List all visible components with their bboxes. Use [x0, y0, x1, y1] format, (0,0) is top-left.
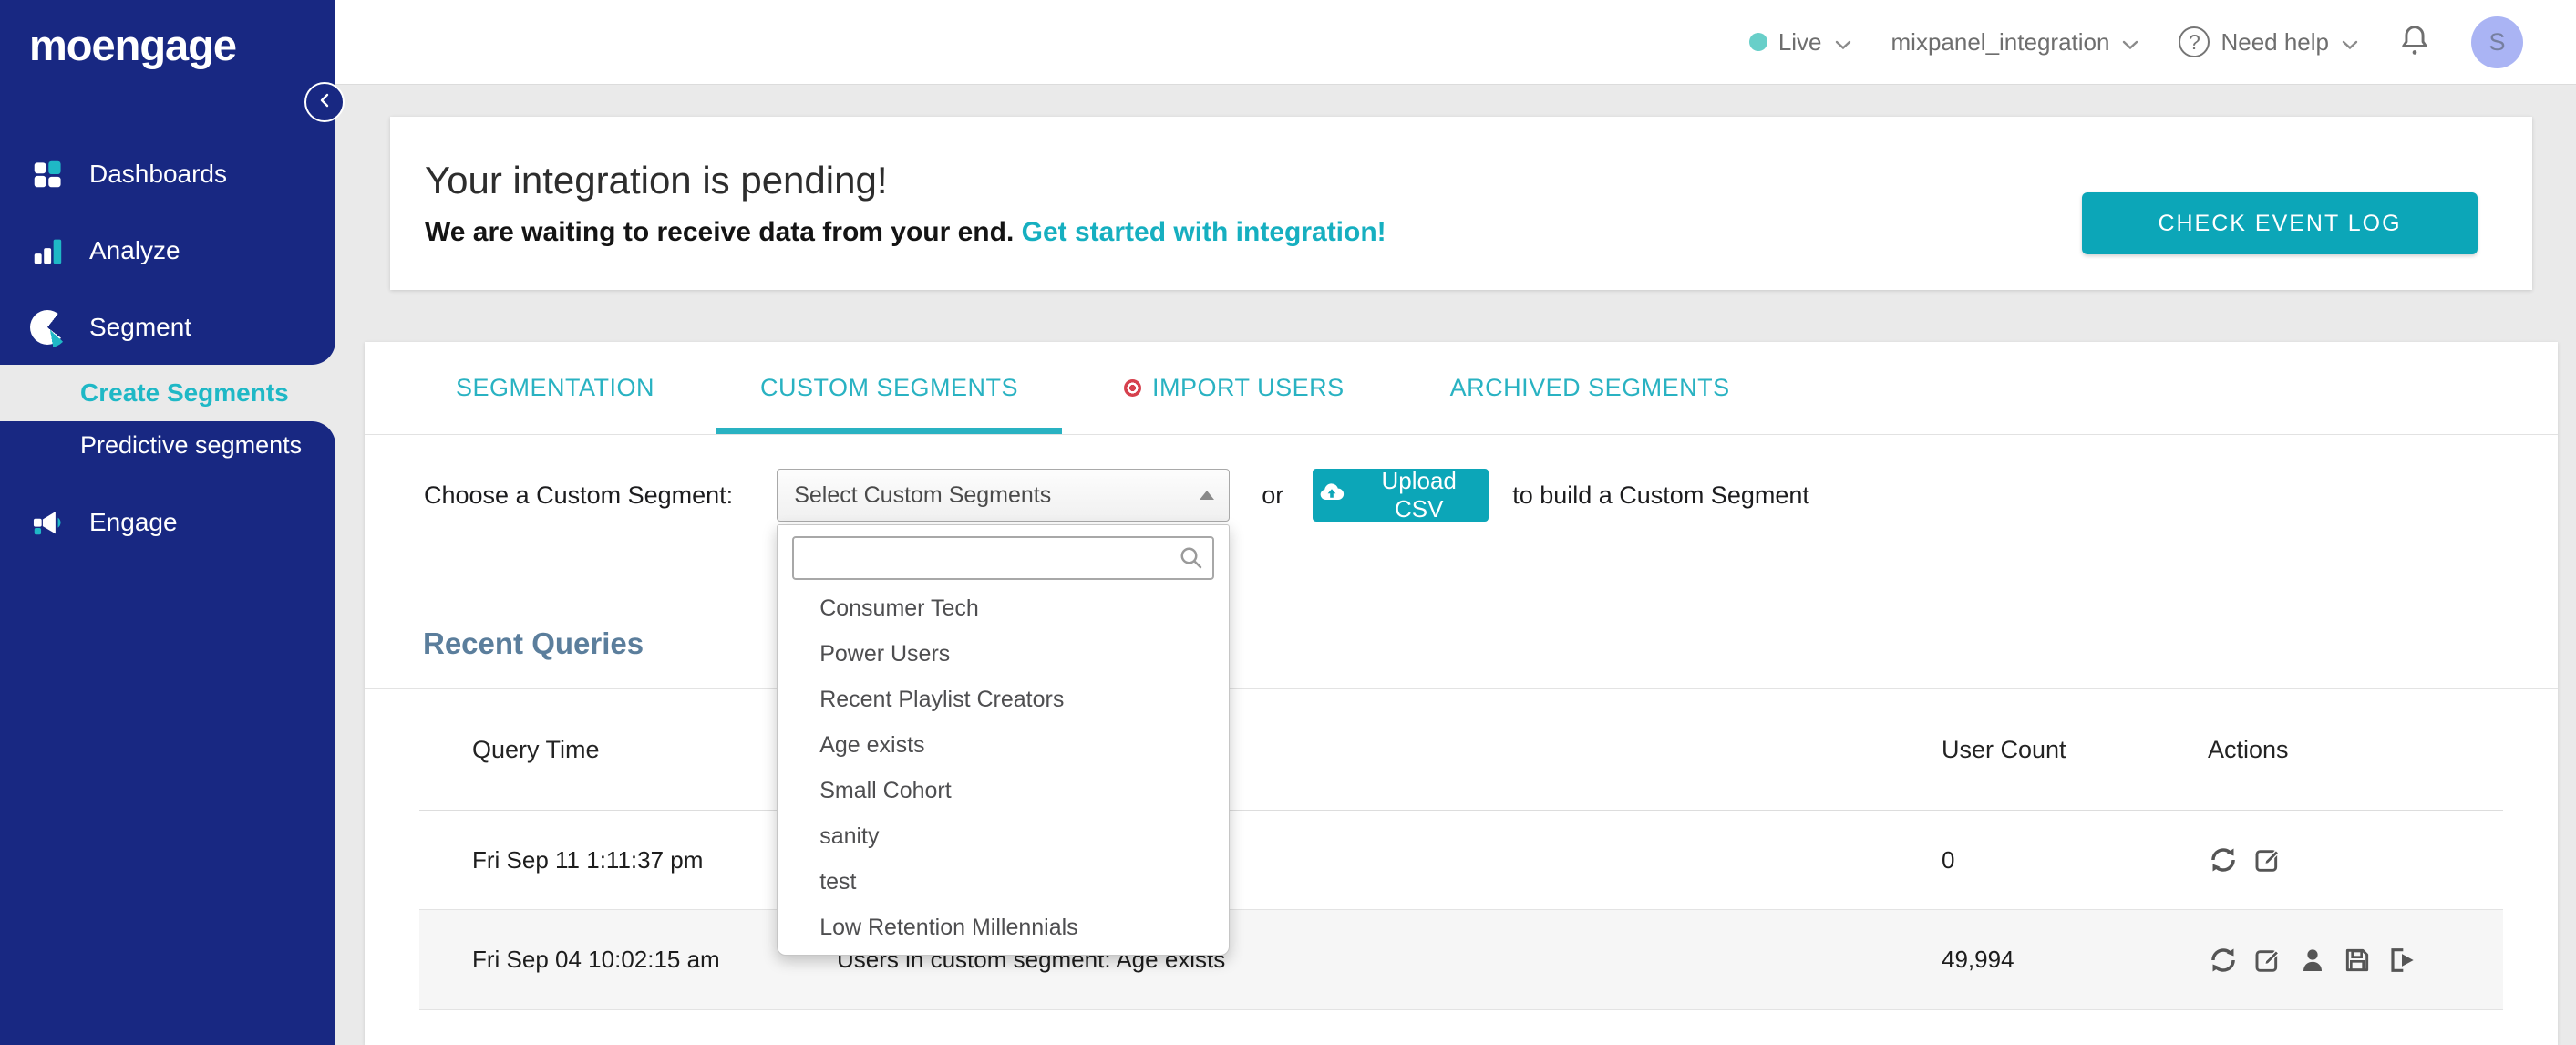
- sidebar: moengage Dashboards Analyze Segment Crea…: [0, 0, 345, 1045]
- user-count-cell: 49,994: [1942, 946, 2014, 973]
- sidebar-collapse-button[interactable]: [304, 82, 345, 122]
- get-started-link[interactable]: Get started with integration!: [1022, 217, 1386, 247]
- dropdown-option[interactable]: test: [778, 859, 1229, 905]
- segments-tabs: SEGMENTATION CUSTOM SEGMENTS IMPORT USER…: [365, 342, 2558, 435]
- need-help-menu[interactable]: ? Need help: [2179, 26, 2358, 57]
- user-count-cell: 0: [1942, 845, 1955, 874]
- upload-csv-button[interactable]: Upload CSV: [1313, 467, 1489, 522]
- tab-label: CUSTOM SEGMENTS: [760, 374, 1019, 401]
- dropdown-option[interactable]: Power Users: [778, 631, 1229, 677]
- triangle-up-icon: [1200, 491, 1215, 500]
- chevron-down-icon: [2342, 28, 2358, 57]
- bell-icon: [2398, 23, 2431, 62]
- segments-card: SEGMENTATION CUSTOM SEGMENTS IMPORT USER…: [365, 342, 2558, 1045]
- sidebar-top-block: moengage Dashboards Analyze Segment: [0, 0, 335, 365]
- user-icon[interactable]: [2297, 945, 2328, 976]
- sidebar-item-label: Dashboards: [89, 160, 227, 188]
- sidebar-item-create-segments[interactable]: Create Segments: [35, 365, 335, 421]
- tab-segmentation[interactable]: SEGMENTATION: [412, 342, 698, 434]
- sidebar-item-label: Engage: [89, 508, 178, 536]
- environment-label: Live: [1777, 27, 1822, 56]
- actions-cell: [2208, 945, 2503, 976]
- save-icon[interactable]: [2342, 945, 2373, 976]
- avatar-initial: S: [2488, 27, 2506, 56]
- dropdown-option[interactable]: Age exists: [778, 722, 1229, 768]
- tab-label: SEGMENTATION: [456, 374, 655, 401]
- integration-pending-banner: Your integration is pending! We are wait…: [390, 117, 2532, 290]
- column-header-user-count: User Count: [1942, 735, 2066, 763]
- refresh-icon[interactable]: [2208, 844, 2239, 875]
- engage-megaphone-icon: [29, 504, 66, 541]
- project-name: mixpanel_integration: [1891, 27, 2110, 56]
- import-users-dot-icon: [1124, 379, 1142, 397]
- dropdown-search: [792, 536, 1215, 580]
- select-value: Select Custom Segments: [794, 481, 1052, 508]
- actions-cell: [2208, 844, 2503, 875]
- sidebar-item-label: Analyze: [89, 236, 180, 264]
- table-row: Fri Sep 04 10:02:15 am Users in custom s…: [419, 910, 2503, 1010]
- sidebar-item-engage[interactable]: Engage: [0, 494, 335, 551]
- need-help-label: Need help: [2221, 27, 2329, 56]
- edit-icon[interactable]: [2252, 844, 2283, 875]
- chevron-down-icon: [1835, 28, 1851, 57]
- sidebar-item-label: Segment: [89, 313, 192, 341]
- user-avatar[interactable]: S: [2471, 16, 2523, 68]
- edit-icon[interactable]: [2252, 945, 2283, 976]
- project-selector[interactable]: mixpanel_integration: [1891, 28, 2139, 57]
- check-event-log-button[interactable]: CHECK EVENT LOG: [2082, 192, 2478, 254]
- dropdown-search-input[interactable]: [792, 536, 1215, 580]
- table-row: Fri Sep 11 1:11:37 pm 0: [419, 811, 2503, 910]
- picker-suffix-text: to build a Custom Segment: [1512, 481, 1809, 509]
- sidebar-bottom-block: Predictive segments Engage: [0, 421, 335, 1045]
- dropdown-option[interactable]: Low Retention Millennials: [778, 905, 1229, 950]
- picker-label: Choose a Custom Segment:: [424, 481, 734, 509]
- custom-segment-select[interactable]: Select Custom Segments: [777, 469, 1231, 522]
- cloud-upload-icon: [1318, 481, 1345, 510]
- table-header-row: Query Time User Count Actions: [419, 689, 2503, 811]
- notifications-button[interactable]: [2398, 23, 2431, 62]
- upload-csv-label: Upload CSV: [1381, 467, 1457, 522]
- tab-label: ARCHIVED SEGMENTS: [1449, 374, 1730, 401]
- sidebar-item-predictive-segments[interactable]: Predictive segments: [0, 421, 335, 469]
- query-time-cell: Fri Sep 04 10:02:15 am: [472, 946, 720, 973]
- chevron-left-icon: [318, 92, 331, 113]
- dropdown-option[interactable]: Recent Playlist Creators: [778, 677, 1229, 722]
- live-status-dot-icon: [1748, 33, 1767, 51]
- environment-selector[interactable]: Live: [1748, 27, 1851, 57]
- custom-segment-select-wrap: Select Custom Segments Consumer Tech Pow…: [777, 469, 1231, 956]
- sidebar-item-analyze[interactable]: Analyze: [0, 222, 335, 279]
- segment-pie-icon: [29, 309, 67, 347]
- search-icon: [1178, 544, 1205, 578]
- top-header: Live mixpanel_integration ? Need help S: [335, 0, 2576, 85]
- column-header-actions: Actions: [2208, 735, 2289, 763]
- sidebar-item-dashboards[interactable]: Dashboards: [0, 146, 335, 202]
- tab-label: IMPORT USERS: [1152, 374, 1345, 401]
- question-mark-icon: ?: [2179, 26, 2210, 57]
- sidebar-subitem-label: Predictive segments: [80, 430, 303, 459]
- sidebar-item-segment[interactable]: Segment: [0, 299, 335, 356]
- tab-custom-segments[interactable]: CUSTOM SEGMENTS: [716, 342, 1063, 434]
- dashboards-grid-icon: [29, 156, 66, 192]
- recent-queries-table: Query Time User Count Actions Fri Sep 11…: [419, 689, 2503, 1010]
- moengage-logo[interactable]: moengage: [29, 20, 237, 70]
- dropdown-option[interactable]: Consumer Tech: [778, 585, 1229, 631]
- custom-segment-dropdown: Consumer Tech Power Users Recent Playlis…: [777, 524, 1231, 956]
- sidebar-subitem-label: Create Segments: [80, 378, 289, 407]
- analyze-bars-icon: [29, 233, 66, 269]
- banner-subtitle-text: We are waiting to receive data from your…: [425, 217, 1015, 247]
- dropdown-option[interactable]: Small Cohort: [778, 768, 1229, 813]
- moengage-app: Live mixpanel_integration ? Need help S: [0, 0, 2576, 1045]
- recent-queries-heading: Recent Queries: [423, 626, 644, 660]
- custom-segment-picker-row: Choose a Custom Segment: Select Custom S…: [365, 467, 2558, 956]
- refresh-icon[interactable]: [2208, 945, 2239, 976]
- dropdown-option[interactable]: sanity: [778, 813, 1229, 859]
- query-time-cell: Fri Sep 11 1:11:37 pm: [472, 845, 704, 874]
- chevron-down-icon: [2122, 28, 2138, 57]
- column-header-query-time: Query Time: [472, 735, 600, 763]
- tab-import-users[interactable]: IMPORT USERS: [1080, 342, 1388, 434]
- tab-archived-segments[interactable]: ARCHIVED SEGMENTS: [1406, 342, 1774, 434]
- or-text: or: [1262, 481, 1284, 509]
- export-icon[interactable]: [2386, 945, 2417, 976]
